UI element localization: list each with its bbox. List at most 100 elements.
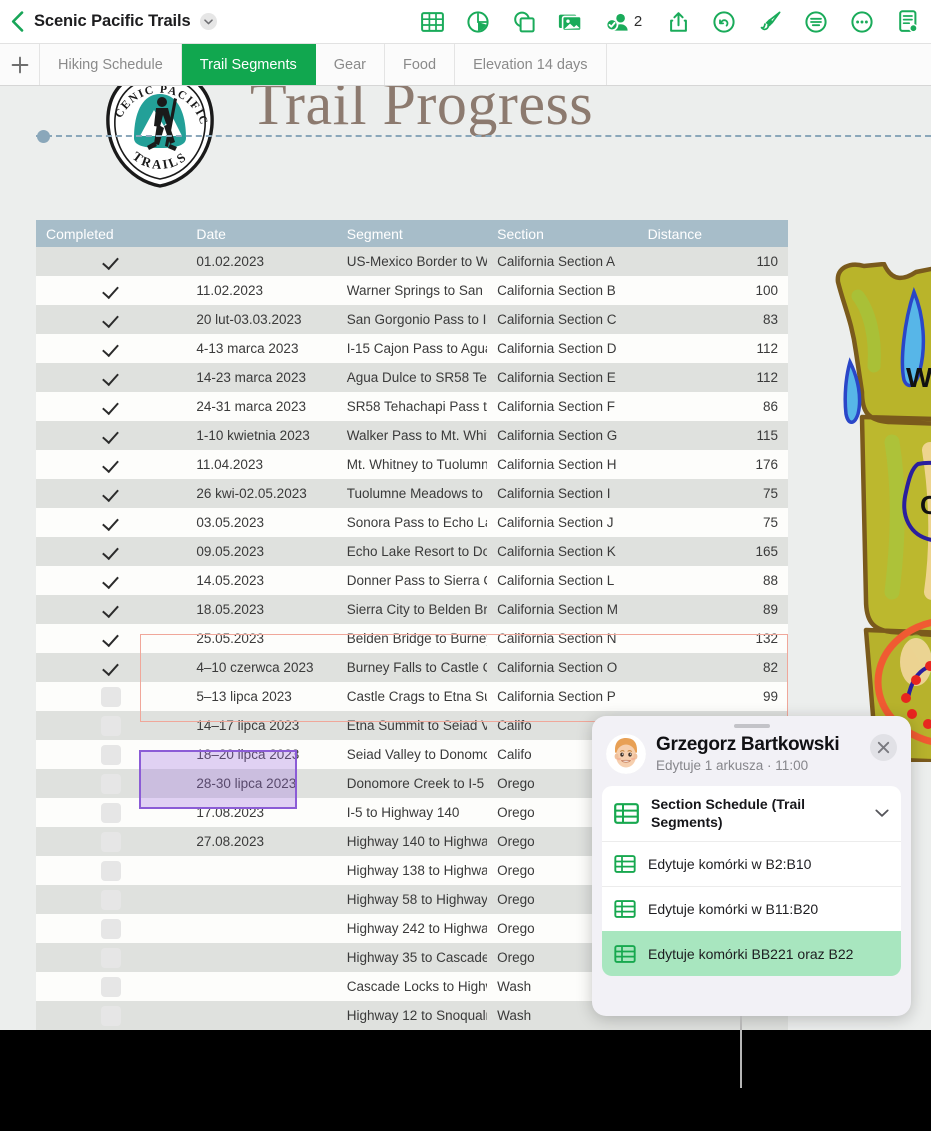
collaborator-popover[interactable]: Grzegorz Bartkowski Edytuje 1 arkusza · … bbox=[592, 716, 911, 1016]
chevron-down-icon[interactable] bbox=[199, 13, 217, 30]
checkbox-unchecked-icon[interactable] bbox=[101, 831, 122, 852]
cell-segment[interactable]: Highway 58 to Highway 242 bbox=[336, 885, 488, 914]
table-row[interactable]: 09.05.2023Echo Lake Resort to Donner Pas… bbox=[36, 537, 788, 566]
cell-segment[interactable]: Belden Bridge to Burney Falls bbox=[336, 624, 488, 653]
cell-distance[interactable]: 112 bbox=[637, 363, 788, 392]
cell-distance[interactable]: 176 bbox=[637, 450, 788, 479]
column-header-distance[interactable]: Distance bbox=[637, 220, 788, 247]
checkbox-unchecked-icon[interactable] bbox=[101, 976, 122, 997]
table-row[interactable]: 11.02.2023Warner Springs to San Gorgonio… bbox=[36, 276, 788, 305]
cell-date[interactable]: 14-23 marca 2023 bbox=[186, 363, 337, 392]
checkbox-checked-icon[interactable] bbox=[101, 658, 121, 678]
cell-date[interactable]: 18.05.2023 bbox=[186, 595, 337, 624]
cell-distance[interactable]: 100 bbox=[637, 276, 788, 305]
table-row[interactable]: 14.05.2023Donner Pass to Sierra CityCali… bbox=[36, 566, 788, 595]
cell-completed[interactable] bbox=[36, 508, 187, 537]
cell-completed[interactable] bbox=[36, 479, 187, 508]
cell-segment[interactable]: I-5 to Highway 140 bbox=[336, 798, 488, 827]
media-icon[interactable] bbox=[547, 0, 593, 44]
checkbox-checked-icon[interactable] bbox=[101, 310, 121, 330]
cell-segment[interactable]: San Gorgonio Pass to I-15 Cajon Pass bbox=[336, 305, 488, 334]
cell-distance[interactable]: 99 bbox=[637, 682, 788, 711]
cell-distance[interactable]: 110 bbox=[637, 247, 788, 276]
cell-date[interactable]: 20 lut-03.03.2023 bbox=[186, 305, 337, 334]
cell-date[interactable]: 17.08.2023 bbox=[186, 798, 337, 827]
cell-date[interactable] bbox=[186, 943, 337, 972]
cell-completed[interactable] bbox=[36, 392, 187, 421]
checkbox-checked-icon[interactable] bbox=[101, 339, 121, 359]
cell-completed[interactable] bbox=[36, 247, 187, 276]
activity-row-selected[interactable]: Edytuje komórki BB221 oraz B22 bbox=[602, 931, 901, 976]
checkbox-checked-icon[interactable] bbox=[101, 542, 121, 562]
cell-distance[interactable]: 112 bbox=[637, 334, 788, 363]
tab-elevation-14-days[interactable]: Elevation 14 days bbox=[455, 44, 607, 85]
checkbox-checked-icon[interactable] bbox=[101, 455, 121, 475]
cell-completed[interactable] bbox=[36, 711, 187, 740]
cell-segment[interactable]: Highway 35 to Cascade Locks bbox=[336, 943, 488, 972]
checkbox-unchecked-icon[interactable] bbox=[101, 744, 122, 765]
cell-distance[interactable]: 132 bbox=[637, 624, 788, 653]
cell-section[interactable]: California Section I bbox=[487, 479, 638, 508]
checkbox-checked-icon[interactable] bbox=[101, 368, 121, 388]
cell-section[interactable]: California Section P bbox=[487, 682, 638, 711]
cell-segment[interactable]: Highway 12 to Snoqualmie Pass bbox=[336, 1001, 488, 1030]
cell-segment[interactable]: Echo Lake Resort to Donner Pass bbox=[336, 537, 488, 566]
cell-completed[interactable] bbox=[36, 624, 187, 653]
checkbox-unchecked-icon[interactable] bbox=[101, 686, 122, 707]
table-row[interactable]: 11.04.2023Mt. Whitney to Tuolumne Meadow… bbox=[36, 450, 788, 479]
cell-date[interactable]: 25.05.2023 bbox=[186, 624, 337, 653]
table-icon[interactable] bbox=[409, 0, 455, 44]
checkbox-unchecked-icon[interactable] bbox=[101, 773, 122, 794]
table-row[interactable]: 01.02.2023US-Mexico Border to Warner Spr… bbox=[36, 247, 788, 276]
cell-date[interactable]: 1-10 kwietnia 2023 bbox=[186, 421, 337, 450]
cell-segment[interactable]: Sonora Pass to Echo Lake Resort bbox=[336, 508, 488, 537]
cell-distance[interactable]: 82 bbox=[637, 653, 788, 682]
cell-completed[interactable] bbox=[36, 798, 187, 827]
cell-date[interactable]: 01.02.2023 bbox=[186, 247, 337, 276]
cell-distance[interactable]: 115 bbox=[637, 421, 788, 450]
add-sheet-button[interactable] bbox=[0, 44, 40, 85]
close-icon[interactable] bbox=[870, 734, 897, 761]
cell-completed[interactable] bbox=[36, 653, 187, 682]
cell-section[interactable]: California Section D bbox=[487, 334, 638, 363]
cell-distance[interactable]: 86 bbox=[637, 392, 788, 421]
collaborate-icon[interactable]: 2 bbox=[593, 0, 655, 44]
cell-segment[interactable]: Cascade Locks to Highway 12 bbox=[336, 972, 488, 1001]
table-row[interactable]: 18.05.2023Sierra City to Belden BridgeCa… bbox=[36, 595, 788, 624]
table-row[interactable]: 20 lut-03.03.2023San Gorgonio Pass to I-… bbox=[36, 305, 788, 334]
cell-date[interactable]: 4-13 marca 2023 bbox=[186, 334, 337, 363]
column-header-section[interactable]: Section bbox=[487, 220, 638, 247]
checkbox-unchecked-icon[interactable] bbox=[101, 1005, 122, 1026]
shapes-icon[interactable] bbox=[501, 0, 547, 44]
sheet-row-header[interactable]: Section Schedule (Trail Segments) bbox=[602, 786, 901, 841]
cell-section[interactable]: California Section N bbox=[487, 624, 638, 653]
cell-distance[interactable]: 75 bbox=[637, 508, 788, 537]
document-options-icon[interactable] bbox=[885, 0, 931, 44]
cell-date[interactable] bbox=[186, 1001, 337, 1030]
cell-date[interactable]: 11.02.2023 bbox=[186, 276, 337, 305]
activity-row[interactable]: Edytuje komórki w B2:B10 bbox=[602, 841, 901, 886]
cell-completed[interactable] bbox=[36, 450, 187, 479]
cell-section[interactable]: California Section C bbox=[487, 305, 638, 334]
paragraph-icon[interactable] bbox=[793, 0, 839, 44]
checkbox-unchecked-icon[interactable] bbox=[101, 802, 122, 823]
column-header-segment[interactable]: Segment bbox=[336, 220, 488, 247]
activity-row[interactable]: Edytuje komórki w B11:B20 bbox=[602, 886, 901, 931]
cell-date[interactable]: 14–17 lipca 2023 bbox=[186, 711, 337, 740]
back-button[interactable] bbox=[0, 0, 34, 44]
cell-completed[interactable] bbox=[36, 305, 187, 334]
cell-segment[interactable]: Tuolumne Meadows to Sonora Pass bbox=[336, 479, 488, 508]
cell-segment[interactable]: US-Mexico Border to Warner Springs bbox=[336, 247, 488, 276]
checkbox-checked-icon[interactable] bbox=[101, 571, 121, 591]
cell-completed[interactable] bbox=[36, 740, 187, 769]
cell-section[interactable]: California Section E bbox=[487, 363, 638, 392]
checkbox-unchecked-icon[interactable] bbox=[101, 860, 122, 881]
table-row[interactable]: 4-13 marca 2023I-15 Cajon Pass to Agua D… bbox=[36, 334, 788, 363]
cell-completed[interactable] bbox=[36, 972, 187, 1001]
cell-completed[interactable] bbox=[36, 914, 187, 943]
cell-section[interactable]: California Section M bbox=[487, 595, 638, 624]
cell-segment[interactable]: Sierra City to Belden Bridge bbox=[336, 595, 488, 624]
cell-segment[interactable]: SR58 Tehachapi Pass to Walker Pass bbox=[336, 392, 488, 421]
cell-completed[interactable] bbox=[36, 827, 187, 856]
cell-section[interactable]: California Section A bbox=[487, 247, 638, 276]
